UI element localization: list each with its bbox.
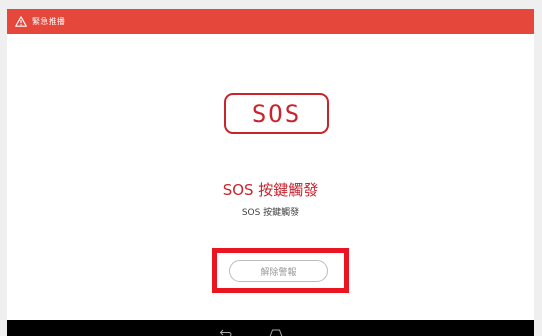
home-icon[interactable] bbox=[268, 323, 284, 336]
back-icon[interactable] bbox=[219, 323, 233, 336]
app-screen: 緊急推播 SOS SOS 按鍵觸發 SOS 按鍵觸發 解除警報 bbox=[7, 9, 534, 336]
warning-icon bbox=[15, 16, 27, 27]
alert-subtitle: SOS 按鍵觸發 bbox=[241, 208, 300, 218]
sos-logo-text: SOS bbox=[251, 99, 302, 128]
app-header: 緊急推播 bbox=[7, 9, 534, 34]
dismiss-alert-button[interactable]: 解除警報 bbox=[229, 260, 328, 282]
sos-logo: SOS bbox=[224, 93, 329, 134]
header-title: 緊急推播 bbox=[32, 17, 66, 26]
alert-title: SOS 按鍵觸發 bbox=[222, 181, 319, 199]
navigation-bar bbox=[7, 320, 534, 336]
